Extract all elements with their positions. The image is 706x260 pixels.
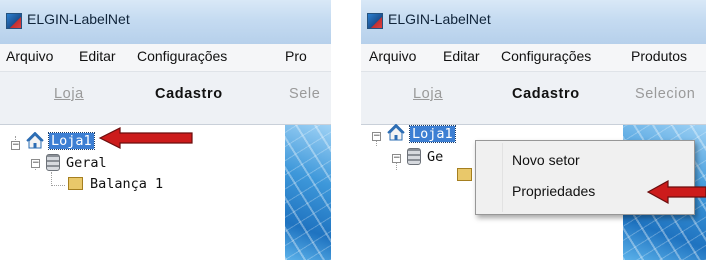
tab-selecionar[interactable]: Sele bbox=[289, 86, 320, 102]
home-icon bbox=[26, 132, 44, 149]
tab-loja[interactable]: Loja bbox=[413, 86, 443, 102]
menu-produtos[interactable]: Produtos bbox=[631, 48, 687, 64]
tab-cadastro[interactable]: Cadastro bbox=[155, 86, 223, 102]
collapse-icon[interactable]: − bbox=[31, 159, 40, 168]
title-bar: ELGIN-LabelNet bbox=[361, 0, 706, 44]
menu-item-novo-setor[interactable]: Novo setor bbox=[512, 152, 580, 168]
menu-configuracoes[interactable]: Configurações bbox=[137, 48, 227, 64]
red-arrow-icon bbox=[98, 127, 193, 149]
database-icon bbox=[46, 154, 60, 171]
home-icon bbox=[387, 124, 405, 141]
tab-bar: Loja Cadastro Selecion bbox=[361, 72, 706, 125]
tab-loja[interactable]: Loja bbox=[54, 86, 84, 102]
background-art bbox=[285, 125, 331, 260]
tree-node-geral[interactable]: Geral bbox=[66, 155, 107, 171]
menu-bar: Arquivo Editar Configurações Produtos bbox=[361, 44, 706, 72]
right-window: ELGIN-LabelNet Arquivo Editar Configuraç… bbox=[361, 0, 706, 260]
app-icon bbox=[6, 13, 22, 29]
menu-bar: Arquivo Editar Configurações Pro bbox=[0, 44, 331, 72]
database-icon bbox=[407, 148, 421, 165]
window-title: ELGIN-LabelNet bbox=[27, 11, 130, 27]
tree-line bbox=[51, 185, 65, 186]
menu-arquivo[interactable]: Arquivo bbox=[369, 48, 416, 64]
scale-icon bbox=[68, 177, 83, 190]
tab-selecionar[interactable]: Selecion bbox=[635, 86, 695, 102]
context-menu-gutter bbox=[502, 143, 503, 212]
tree-node-balanca[interactable]: Balança 1 bbox=[90, 176, 163, 192]
tab-bar: Loja Cadastro Sele bbox=[0, 72, 331, 125]
menu-item-propriedades[interactable]: Propriedades bbox=[512, 183, 595, 199]
menu-editar[interactable]: Editar bbox=[79, 48, 116, 64]
menu-produtos[interactable]: Pro bbox=[285, 48, 307, 64]
menu-arquivo[interactable]: Arquivo bbox=[6, 48, 53, 64]
tab-cadastro[interactable]: Cadastro bbox=[512, 86, 580, 102]
app-icon bbox=[367, 13, 383, 29]
collapse-icon[interactable]: − bbox=[11, 141, 20, 150]
tree-line bbox=[51, 172, 52, 186]
menu-editar[interactable]: Editar bbox=[443, 48, 480, 64]
scale-icon bbox=[457, 168, 472, 181]
menu-configuracoes[interactable]: Configurações bbox=[501, 48, 591, 64]
left-window: ELGIN-LabelNet Arquivo Editar Configuraç… bbox=[0, 0, 331, 260]
window-title: ELGIN-LabelNet bbox=[388, 11, 491, 27]
red-arrow-icon bbox=[646, 180, 706, 204]
title-bar: ELGIN-LabelNet bbox=[0, 0, 331, 44]
tree-node-loja1[interactable]: Loja1 bbox=[409, 125, 456, 143]
tree-node-loja1[interactable]: Loja1 bbox=[48, 132, 95, 150]
collapse-icon[interactable]: − bbox=[372, 132, 381, 141]
collapse-icon[interactable]: − bbox=[392, 154, 401, 163]
tree-node-geral[interactable]: Ge bbox=[427, 149, 443, 165]
